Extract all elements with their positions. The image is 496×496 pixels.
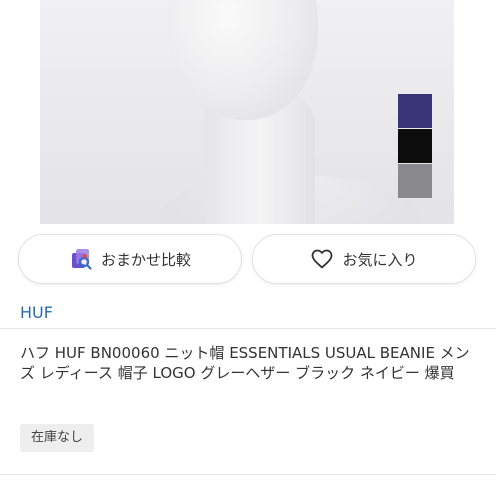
color-swatch-black[interactable] — [398, 129, 432, 163]
favorite-button[interactable]: お気に入り — [252, 234, 476, 284]
divider-bottom — [0, 474, 496, 475]
compare-icon — [69, 247, 93, 271]
color-swatch-gray[interactable] — [398, 164, 432, 198]
favorite-button-label: お気に入り — [342, 250, 418, 269]
product-detail-page: おまかせ比較 お気に入り HUF ハフ HUF BN00060 ニット帽 ESS… — [0, 0, 496, 496]
compare-button-label: おまかせ比較 — [100, 250, 191, 269]
product-image[interactable] — [40, 0, 454, 224]
heart-outline-icon — [310, 247, 334, 271]
compare-button[interactable]: おまかせ比較 — [18, 234, 242, 284]
brand-link[interactable]: HUF — [20, 303, 53, 322]
divider — [0, 328, 496, 329]
stock-status-badge: 在庫なし — [20, 424, 95, 452]
color-swatch-navy[interactable] — [398, 94, 432, 128]
product-title: ハフ HUF BN00060 ニット帽 ESSENTIALS USUAL BEA… — [20, 344, 470, 382]
